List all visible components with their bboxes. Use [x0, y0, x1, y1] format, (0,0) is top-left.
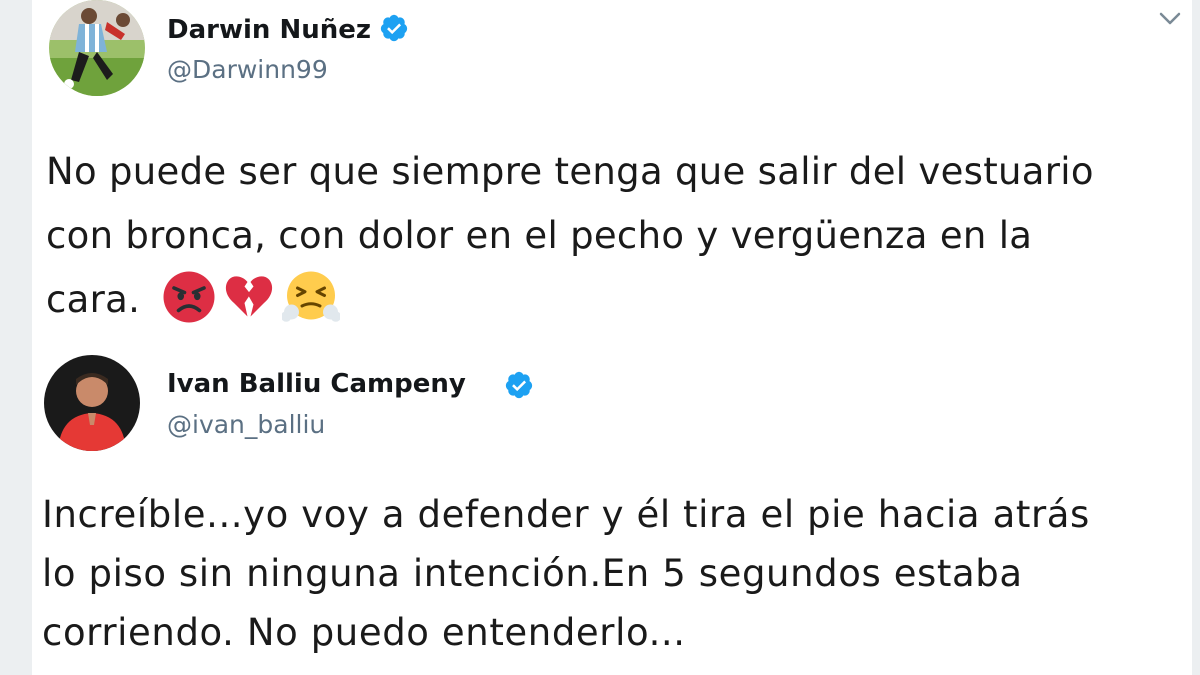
page-margin-right [1192, 0, 1200, 675]
tweet-text: No puede ser que siempre tenga que salir… [46, 140, 1094, 332]
tweet-text-line: cara. [46, 278, 141, 321]
tweet-darwin-nunez[interactable]: Darwin Nuñez @Darwinn99 No puede ser que… [34, 0, 1190, 340]
broken-heart-icon [222, 270, 276, 324]
angry-face-icon [162, 270, 216, 324]
avatar-photo-soccer-player [49, 0, 145, 96]
tweet-text-line: corriendo. No puedo entenderlo... [42, 611, 686, 654]
tweet-text-line: No puede ser que siempre tenga que salir… [46, 150, 1094, 193]
tweet-ivan-balliu[interactable]: Ivan Balliu Campeny @ivan_balliu Increíb… [34, 340, 1190, 675]
avatar[interactable] [49, 0, 145, 96]
avatar[interactable] [44, 355, 140, 451]
tweet-text-line-last: cara. [46, 268, 1094, 332]
display-name[interactable]: Ivan Balliu Campeny [167, 369, 466, 399]
display-name[interactable]: Darwin Nuñez [167, 15, 371, 45]
tweet-text-line: lo piso sin ninguna intención.En 5 segun… [42, 552, 1023, 595]
tweet-text-line: Increíble...yo voy a defender y él tira … [42, 493, 1090, 536]
steam-from-nose-face-icon [282, 270, 341, 324]
user-handle[interactable]: @Darwinn99 [167, 55, 328, 84]
user-handle[interactable]: @ivan_balliu [167, 410, 325, 439]
chevron-down-icon[interactable] [1156, 8, 1184, 30]
tweet-text-line: con bronca, con dolor en el pecho y verg… [46, 214, 1033, 257]
verified-badge-icon [505, 371, 533, 399]
verified-badge-icon [380, 14, 408, 42]
page-margin-left [0, 0, 32, 675]
tweet-text: Increíble...yo voy a defender y él tira … [42, 485, 1090, 662]
avatar-photo-player-portrait [44, 355, 140, 451]
tweet-thread: Darwin Nuñez @Darwinn99 No puede ser que… [34, 0, 1190, 675]
